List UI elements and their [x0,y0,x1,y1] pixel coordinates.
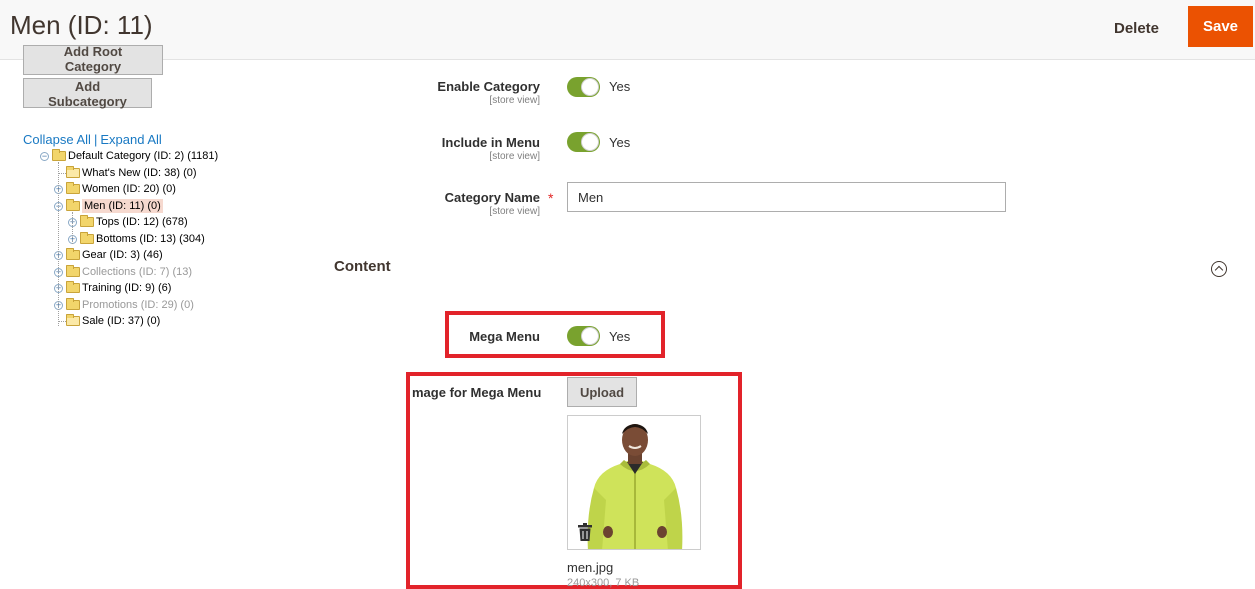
enable-category-label: Enable Category [store view] [380,79,540,106]
folder-icon [80,215,94,227]
add-root-category-label: Add Root Category [63,45,123,74]
collapse-node-icon[interactable]: − [40,152,49,161]
tree-node[interactable]: Sale (ID: 37) (0) [54,314,160,328]
image-file-meta: 240x300, 7 KB [567,577,640,589]
tree-node-label: Sale (ID: 37) (0) [82,315,161,327]
folder-icon [66,265,80,277]
tree-connector [58,162,59,326]
tree-node-label: Promotions (ID: 29) (0) [82,299,194,311]
expand-all-link[interactable]: Expand All [100,132,161,147]
enable-category-label-text: Enable Category [437,79,540,94]
tree-node[interactable]: + Collections (ID: 7) (13) [54,265,192,279]
category-name-label-text: Category Name [444,190,540,205]
tree-node[interactable]: + Women (ID: 20) (0) [54,182,176,196]
include-in-menu-value: Yes [609,135,631,150]
tree-node-label: Collections (ID: 7) (13) [82,266,193,278]
image-file-name[interactable]: men.jpg [567,560,613,575]
tree-controls-separator: | [93,132,98,147]
tree-node[interactable]: What's New (ID: 38) (0) [54,166,197,180]
enable-category-scope: [store view] [489,95,540,106]
required-mark: * [548,190,554,206]
folder-icon [66,314,80,326]
page-title: Men (ID: 11) [10,10,153,40]
save-button[interactable]: Save [1188,6,1253,47]
toggle-knob [581,133,599,151]
collapse-section-icon[interactable] [1211,261,1227,277]
tree-node-label: Bottoms (ID: 13) (304) [96,233,205,245]
enable-category-value: Yes [609,79,631,94]
delete-button[interactable]: Delete [1100,16,1173,41]
tree-connector [58,321,66,322]
tree-node-label: Women (ID: 20) (0) [82,183,176,195]
tree-node[interactable]: + Tops (ID: 12) (678) [68,215,188,229]
include-in-menu-toggle[interactable] [567,132,600,152]
tree-node-label: Default Category (ID: 2) (1181) [68,150,219,162]
include-in-menu-label: Include in Menu [store view] [380,135,540,162]
mega-menu-toggle[interactable] [567,326,600,346]
toggle-knob [581,78,599,96]
add-root-category-button[interactable]: Add Root Category [23,45,163,75]
tree-connector [58,173,66,174]
tree-node[interactable]: + Gear (ID: 3) (46) [54,248,163,262]
folder-icon [66,298,80,310]
folder-icon [66,182,80,194]
category-name-scope: [store view] [489,206,540,217]
collapse-all-link[interactable]: Collapse All [23,132,91,147]
folder-icon [66,248,80,260]
folder-icon [80,232,94,244]
toggle-knob [581,327,599,345]
tree-node-label: Gear (ID: 3) (46) [82,249,163,261]
add-subcategory-button[interactable]: Add Subcategory [23,78,152,109]
mega-menu-value: Yes [609,329,631,344]
content-section-title[interactable]: Content [334,258,391,275]
tree-node-label: What's New (ID: 38) (0) [82,167,197,179]
tree-node[interactable]: − Default Category (ID: 2) (1181) [40,149,218,163]
tree-node[interactable]: + Bottoms (ID: 13) (304) [68,232,205,246]
mega-menu-image-label: mage for Mega Menu [412,385,542,400]
folder-icon [52,149,66,161]
folder-icon [66,166,80,178]
tree-node[interactable]: + Training (ID: 9) (6) [54,281,171,295]
mega-menu-label: Mega Menu [469,329,540,344]
category-name-label: Category Name [store view] [380,190,540,217]
enable-category-toggle[interactable] [567,77,600,97]
tree-controls: Collapse All | Expand All [23,132,162,147]
tree-connector [72,212,73,244]
folder-icon [66,281,80,293]
tree-node[interactable]: − Men (ID: 11) (0) [54,199,163,213]
tree-node-label: Tops (ID: 12) (678) [96,216,188,228]
category-name-input[interactable] [567,182,1006,212]
page-header: Men (ID: 11) Delete Save [0,0,1255,60]
folder-icon [66,199,80,211]
delete-image-icon[interactable] [578,523,592,541]
include-in-menu-scope: [store view] [489,151,540,162]
upload-button[interactable]: Upload [567,377,637,407]
tree-node[interactable]: + Promotions (ID: 29) (0) [54,298,194,312]
tree-node-label: Men (ID: 11) (0) [82,199,163,213]
tree-node-label: Training (ID: 9) (6) [82,282,172,294]
include-in-menu-label-text: Include in Menu [441,135,540,150]
